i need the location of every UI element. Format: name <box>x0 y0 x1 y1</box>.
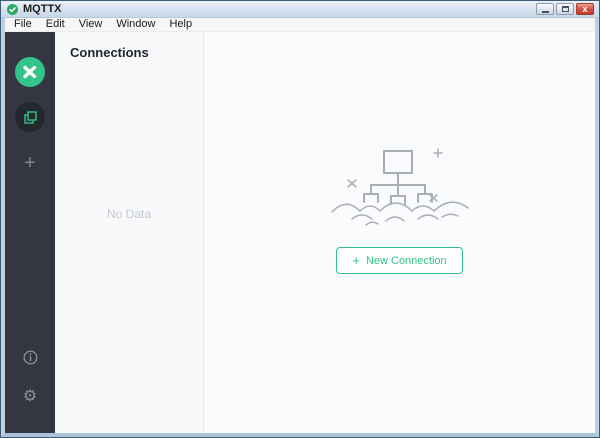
sidebar-item-logo[interactable] <box>15 57 45 102</box>
sidebar: + ⚙ <box>5 32 55 433</box>
sidebar-item-connections[interactable] <box>15 102 45 153</box>
settings-gear-icon: ⚙ <box>22 388 38 405</box>
content-area: + ⚙ Connections No Data + New Connection <box>5 32 595 433</box>
maximize-button[interactable] <box>556 3 574 15</box>
titlebar[interactable]: MQTTX x <box>1 1 599 18</box>
about-info-icon <box>23 350 37 365</box>
menubar: File Edit View Window Help <box>5 18 595 32</box>
minimize-icon <box>541 10 549 13</box>
sidebar-item-new-connection[interactable]: + <box>24 153 36 173</box>
app-window: MQTTX x File Edit View Window Help + ⚙ C… <box>0 0 600 438</box>
minimize-button[interactable] <box>536 3 554 15</box>
menu-file[interactable]: File <box>7 19 39 30</box>
plus-icon: + <box>352 253 360 268</box>
menu-help[interactable]: Help <box>162 19 199 30</box>
menu-edit[interactable]: Edit <box>39 19 72 30</box>
window-controls: x <box>536 3 594 15</box>
new-connection-plus-icon: + <box>24 152 36 174</box>
window-frame: File Edit View Window Help + ⚙ Connectio… <box>1 18 599 437</box>
sidebar-item-settings[interactable]: ⚙ <box>23 389 37 405</box>
new-connection-label: New Connection <box>365 254 447 267</box>
mqttx-logo-icon <box>15 57 45 87</box>
empty-state-illustration <box>330 148 469 226</box>
menu-view[interactable]: View <box>72 19 110 30</box>
close-icon: x <box>582 3 588 14</box>
menu-window[interactable]: Window <box>109 19 162 30</box>
close-button[interactable]: x <box>576 3 594 15</box>
sidebar-item-about[interactable] <box>23 350 38 365</box>
main-panel: + New Connection <box>204 32 595 433</box>
connections-panel: Connections No Data <box>55 32 204 433</box>
new-connection-button[interactable]: + New Connection <box>336 247 463 274</box>
app-logo-icon <box>7 3 18 15</box>
empty-list-text: No Data <box>106 207 152 221</box>
window-title: MQTTX <box>23 2 62 15</box>
connections-icon <box>15 102 45 132</box>
page-title: Connections <box>70 45 149 60</box>
maximize-icon <box>561 6 569 12</box>
